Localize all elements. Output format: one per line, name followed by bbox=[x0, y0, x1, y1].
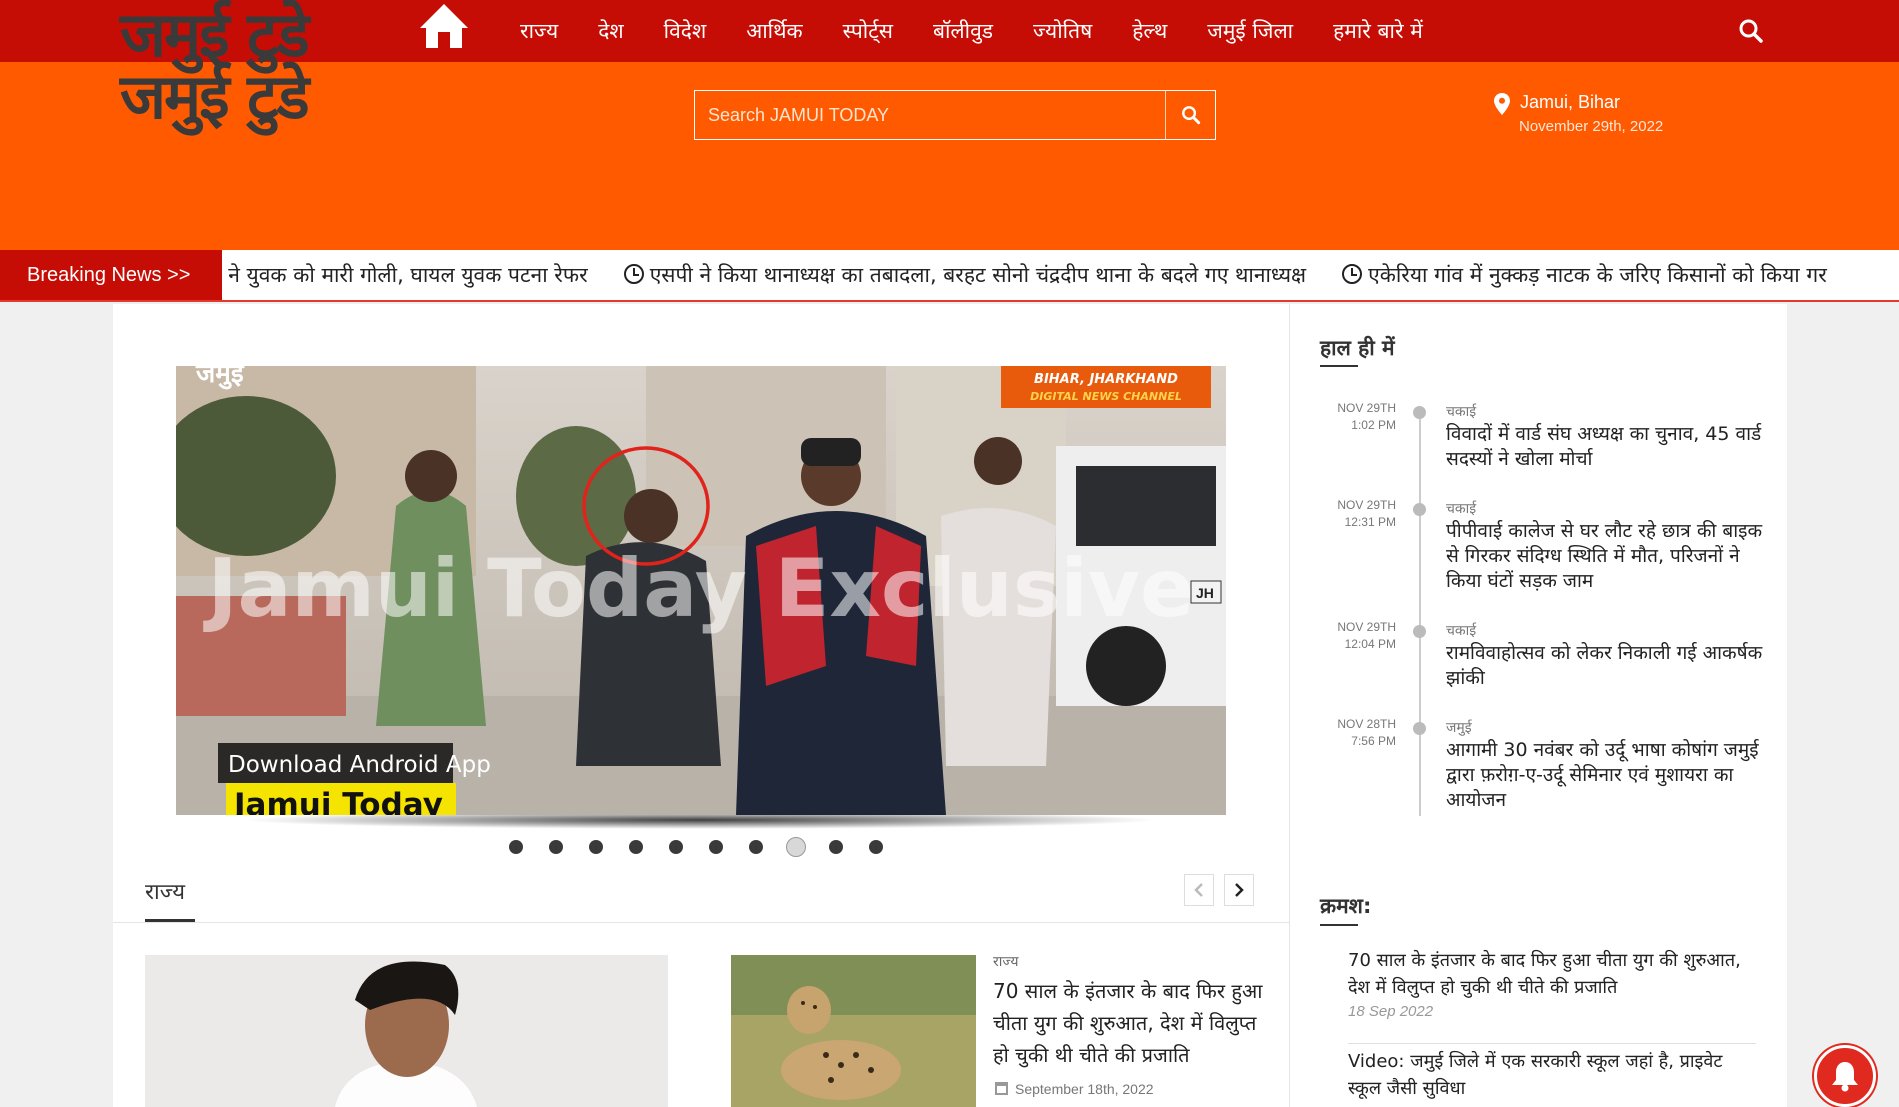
app-name-text: Jamui Today bbox=[232, 787, 443, 815]
recent-item-time: NOV 29TH 12:31 PM bbox=[1337, 498, 1396, 529]
recent-item-time: NOV 29TH 12:04 PM bbox=[1337, 620, 1396, 651]
kramash-item-title[interactable]: 70 साल के इंतजार के बाद फिर हुआ चीता युग… bbox=[1348, 947, 1748, 1001]
ticker-item[interactable]: एसपी ने किया थानाध्यक्ष का तबादला, बरहट … bbox=[623, 263, 1307, 287]
slider-dot[interactable] bbox=[669, 840, 683, 854]
slider-dot[interactable] bbox=[869, 840, 883, 854]
ticker-item-text: एकेरिया गांव में नुक्कड़ नाटक के जरिए कि… bbox=[1368, 263, 1827, 287]
nav-item-jamui-jila[interactable]: जमुई जिला bbox=[1187, 0, 1313, 62]
recent-item-title[interactable]: रामविवाहोत्सव को लेकर निकाली गई आकर्षक झ… bbox=[1446, 641, 1766, 691]
slider-corner-text: जमुई bbox=[195, 366, 245, 390]
section-title: राज्य bbox=[145, 880, 186, 905]
recent-item-title[interactable]: आगामी 30 नवंबर को उर्दू भाषा कोषांग जमुई… bbox=[1446, 738, 1766, 813]
recent-item-category[interactable]: चकाई bbox=[1446, 499, 1476, 518]
location-city: Jamui, Bihar bbox=[1520, 92, 1621, 112]
slider-dot[interactable] bbox=[786, 837, 806, 857]
article-thumbnail[interactable] bbox=[731, 955, 976, 1107]
nav-item-health[interactable]: हेल्थ bbox=[1112, 0, 1187, 62]
search-icon bbox=[1181, 106, 1200, 125]
notification-bell-button[interactable] bbox=[1814, 1045, 1876, 1107]
recent-item-time: NOV 29TH 1:02 PM bbox=[1337, 401, 1396, 432]
nav-item-bollywood[interactable]: बॉलीवुड bbox=[913, 0, 1013, 62]
ticker-item-text: एसपी ने किया थानाध्यक्ष का तबादला, बरहट … bbox=[649, 263, 1307, 287]
article-date-text: September 18th, 2022 bbox=[1015, 1081, 1154, 1097]
clock-icon bbox=[1342, 264, 1363, 284]
slider-dot[interactable] bbox=[589, 840, 603, 854]
search-button[interactable] bbox=[1165, 91, 1215, 139]
slider-pagination bbox=[509, 837, 909, 860]
download-app-text: Download Android App bbox=[228, 752, 491, 778]
nav-item-about[interactable]: हमारे बारे में bbox=[1313, 0, 1443, 62]
logo-text-2: जमुई टुडे bbox=[120, 60, 310, 133]
clock-icon bbox=[623, 264, 644, 284]
current-date: November 29th, 2022 bbox=[1519, 118, 1664, 135]
recent-item-title[interactable]: विवादों में वार्ड संघ अध्यक्ष का चुनाव, … bbox=[1446, 422, 1766, 472]
slider-dot[interactable] bbox=[509, 840, 523, 854]
article-thumbnail[interactable] bbox=[145, 955, 668, 1107]
nav-item-aarthik[interactable]: आर्थिक bbox=[726, 0, 822, 62]
article-date: September 18th, 2022 bbox=[995, 1081, 1154, 1097]
main-menu: राज्य देश विदेश आर्थिक स्पोर्ट्स बॉलीवुड… bbox=[500, 0, 1443, 62]
nav-item-desh[interactable]: देश bbox=[578, 0, 643, 62]
nav-item-videsh[interactable]: विदेश bbox=[644, 0, 727, 62]
kramash-title: क्रमश: bbox=[1320, 894, 1372, 918]
slider-dot[interactable] bbox=[549, 840, 563, 854]
slider-dot[interactable] bbox=[829, 840, 843, 854]
watermark-text: Jamui Today Exclusive bbox=[203, 542, 1195, 635]
search-input[interactable] bbox=[695, 91, 1165, 139]
slider-dot[interactable] bbox=[629, 840, 643, 854]
map-pin-icon bbox=[1494, 93, 1510, 115]
kramash-divider bbox=[1348, 1043, 1756, 1044]
bell-icon bbox=[1832, 1062, 1858, 1092]
ticker-item[interactable]: ियों ने युवक को मारी गोली, घायल युवक पटन… bbox=[222, 263, 588, 287]
prev-button[interactable] bbox=[1184, 874, 1214, 906]
site-logo[interactable]: जमुई टुडे जमुई टुडे bbox=[120, 2, 390, 167]
featured-slider[interactable]: JH Jamui Today Exclusive जमुई BIHAR, JHA… bbox=[176, 366, 1226, 815]
slider-badge-line-2: DIGITAL NEWS CHANNEL bbox=[1030, 390, 1182, 403]
recent-item-category[interactable]: चकाई bbox=[1446, 621, 1476, 640]
timeline-dot bbox=[1413, 503, 1426, 516]
article-title[interactable]: 70 साल के इंतजार के बाद फिर हुआ चीता युग… bbox=[993, 975, 1263, 1071]
slider-dot[interactable] bbox=[749, 840, 763, 854]
timeline-line bbox=[1419, 412, 1421, 816]
next-button[interactable] bbox=[1224, 874, 1254, 906]
article-category[interactable]: राज्य bbox=[993, 952, 1018, 971]
nav-item-jyotish[interactable]: ज्योतिष bbox=[1013, 0, 1112, 62]
nav-item-rajya[interactable]: राज्य bbox=[500, 0, 578, 62]
section-divider bbox=[113, 922, 1290, 923]
recent-title: हाल ही में bbox=[1320, 336, 1395, 360]
ticker-item[interactable]: एकेरिया गांव में नुक्कड़ नाटक के जरिए कि… bbox=[1342, 263, 1827, 287]
article-image bbox=[145, 955, 668, 1107]
search-icon[interactable] bbox=[1738, 18, 1764, 44]
slider-dot[interactable] bbox=[709, 840, 723, 854]
calendar-icon bbox=[995, 1082, 1008, 1095]
kramash-title-underline bbox=[1320, 924, 1358, 926]
recent-item-time: NOV 28TH 7:56 PM bbox=[1337, 717, 1396, 748]
breaking-news-ticker: ियों ने युवक को मारी गोली, घायल युवक पटन… bbox=[222, 250, 1899, 300]
recent-item-title[interactable]: पीपीवाई कालेज से घर लौट रहे छात्र की बाइ… bbox=[1446, 519, 1766, 594]
chevron-left-icon bbox=[1194, 883, 1203, 897]
chevron-right-icon bbox=[1235, 883, 1244, 897]
kramash-item: 70 साल के इंतजार के बाद फिर हुआ चीता युग… bbox=[1348, 947, 1748, 1020]
timeline-dot bbox=[1413, 406, 1426, 419]
breaking-news-bar: Breaking News >> ियों ने युवक को मारी गो… bbox=[0, 250, 1899, 302]
plate-text: JH bbox=[1196, 585, 1214, 601]
kramash-item: Video: जमुई जिले में एक सरकारी स्कूल जहा… bbox=[1348, 1048, 1748, 1102]
search-box bbox=[694, 90, 1216, 140]
article-image bbox=[731, 955, 976, 1107]
home-icon[interactable] bbox=[418, 2, 470, 50]
breaking-news-label: Breaking News >> bbox=[0, 250, 222, 300]
recent-title-underline bbox=[1320, 365, 1358, 367]
timeline-dot bbox=[1413, 722, 1426, 735]
kramash-item-title[interactable]: Video: जमुई जिले में एक सरकारी स्कूल जहा… bbox=[1348, 1048, 1748, 1102]
recent-item-category[interactable]: जमुई bbox=[1446, 718, 1472, 737]
recent-item-category[interactable]: चकाई bbox=[1446, 402, 1476, 421]
timeline-dot bbox=[1413, 625, 1426, 638]
section-title-underline bbox=[145, 919, 195, 922]
slider-badge-line-1: BIHAR, JHARKHAND bbox=[1034, 372, 1178, 387]
nav-item-sports[interactable]: स्पोर्ट्स bbox=[823, 0, 913, 62]
slider-image: JH Jamui Today Exclusive जमुई BIHAR, JHA… bbox=[176, 366, 1226, 815]
kramash-item-date: 18 Sep 2022 bbox=[1348, 1003, 1434, 1020]
